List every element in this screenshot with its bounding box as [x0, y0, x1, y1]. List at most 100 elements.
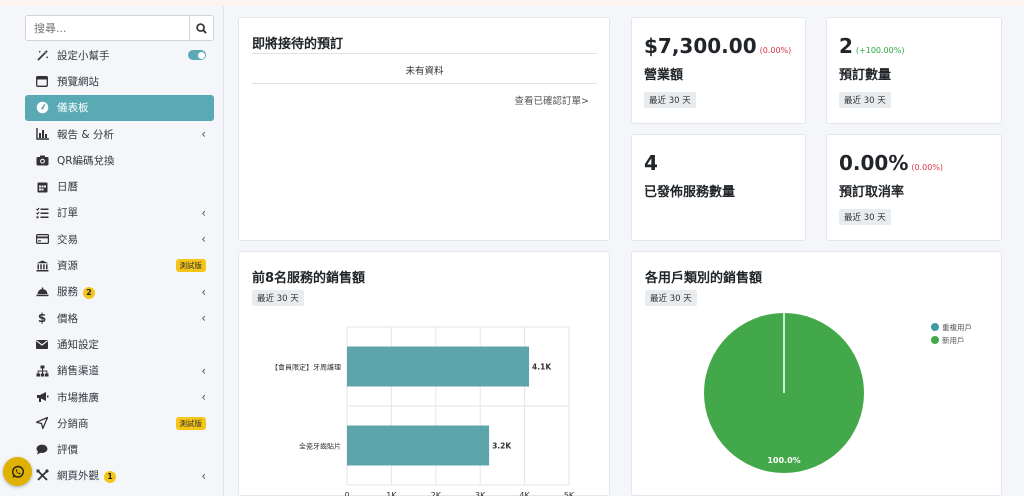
bar-data-label: 4.1K [532, 363, 552, 372]
cancellation-rate-label: 預訂取消率 [839, 185, 905, 200]
sidebar-item-transactions[interactable]: 交易 ‹ [25, 226, 214, 252]
sidebar-item-distributors[interactable]: 分銷商 測試版 [25, 410, 214, 436]
camera-icon [35, 153, 49, 167]
customer-sales-pie-chart: 100.0% 重複用戶新用戶 [704, 313, 972, 473]
sidebar-item-qr-redeem[interactable]: QR編碼兌換 [25, 147, 214, 173]
sidebar-item-dashboard[interactable]: 儀表板 [25, 94, 214, 121]
chevron-left-icon: ‹ [201, 205, 206, 220]
legend-label: 新用戶 [942, 335, 965, 345]
bookings-period-chip: 最近 30 天 [839, 92, 891, 108]
sidebar-item-resources[interactable]: 資源 測試版 [25, 252, 214, 278]
view-confirmed-orders-link[interactable]: 查看已確認訂單> [515, 93, 589, 107]
sidebar-item-label: 分銷商 [57, 417, 89, 430]
service-bell-icon [35, 285, 49, 299]
sidebar-item-preview-site[interactable]: 預覽網站 [25, 68, 214, 94]
bookings-card: 2 (+100.00%) 預訂數量 最近 30 天 [826, 17, 1002, 124]
bar [347, 346, 530, 387]
upcoming-bookings-card: 即將接待的預訂 未有資料 查看已確認訂單> [238, 17, 610, 241]
customer-sales-title: 各用戶類別的銷售額 [645, 271, 763, 286]
revenue-card: $7,300.00 (0.00%) 營業額 最近 30 天 [631, 17, 806, 124]
empty-state-text: 未有資料 [405, 66, 444, 77]
divider [252, 83, 597, 84]
sidebar-item-label: 設定小幫手 [57, 49, 110, 62]
sidebar-item-sales-channels[interactable]: 銷售渠道 ‹ [25, 358, 214, 384]
calendar-icon [35, 180, 49, 194]
published-services-value: 4 [644, 151, 658, 175]
services-count-badge: 2 [83, 286, 95, 299]
chevron-left-icon: ‹ [201, 284, 206, 299]
credit-card-icon [35, 232, 49, 246]
x-tick-label: 4K [519, 491, 530, 496]
megaphone-icon [35, 390, 49, 404]
sidebar-nav: 設定小幫手 預覽網站 儀表板 報告 & 分析 ‹ QR編碼兌換 日曆 訂單 ‹ [25, 42, 214, 489]
location-arrow-icon [35, 416, 49, 430]
sidebar-item-label: 市場推廣 [57, 391, 99, 404]
site-appearance-label: 網頁外觀 [57, 470, 99, 483]
chevron-left-icon: ‹ [201, 127, 206, 142]
sidebar-item-services[interactable]: 服務 2 ‹ [25, 279, 214, 305]
sidebar-item-pricing[interactable]: $ 價格 ‹ [25, 305, 214, 331]
pie-data-label: 100.0% [767, 456, 800, 465]
divider [252, 53, 597, 54]
bar-chart-icon [35, 127, 49, 141]
published-services-card: 4 已發佈服務數量 [631, 134, 806, 241]
x-tick-label: 5K [564, 491, 575, 496]
setup-wizard-toggle[interactable] [188, 50, 206, 61]
cancellation-rate-change: (0.00%) [911, 163, 944, 172]
revenue-label: 營業額 [644, 68, 684, 83]
sidebar-item-label: 報告 & 分析 [57, 128, 114, 141]
beta-badge: 測試版 [175, 259, 206, 273]
sidebar-item-label: QR編碼兌換 [57, 154, 115, 167]
sidebar-item-label: 儀表板 [57, 102, 89, 115]
sidebar-item-notifications[interactable]: 通知設定 [25, 331, 214, 357]
x-tick-label: 0 [344, 491, 349, 496]
x-tick-label: 3K [475, 491, 486, 496]
envelope-icon [35, 337, 49, 351]
sidebar-item-site-appearance[interactable]: 網頁外觀 1 ‹ [25, 463, 214, 489]
legend-swatch [931, 323, 939, 331]
upcoming-bookings-title: 即將接待的預訂 [252, 37, 344, 52]
cancellation-rate-value: 0.00% [839, 151, 909, 175]
services-label: 服務 [57, 286, 78, 299]
legend-swatch [931, 336, 939, 344]
bar-data-label: 3.2K [492, 442, 512, 451]
sidebar-item-reports[interactable]: 報告 & 分析 ‹ [25, 121, 214, 147]
sidebar-item-orders[interactable]: 訂單 ‹ [25, 200, 214, 226]
chevron-left-icon: ‹ [201, 232, 206, 247]
search-icon [196, 22, 207, 34]
legend-label: 重複用戶 [942, 322, 972, 332]
revenue-change: (0.00%) [759, 46, 792, 55]
search-button[interactable] [189, 16, 213, 40]
search-input[interactable] [26, 16, 189, 40]
y-category-label: 【會員限定】牙周護理 [271, 363, 341, 372]
site-appearance-count-badge: 1 [104, 470, 116, 483]
sidebar-item-label: 銷售渠道 [57, 365, 99, 378]
published-services-label: 已發佈服務數量 [644, 185, 736, 200]
sidebar-item-marketing[interactable]: 市場推廣 ‹ [25, 384, 214, 410]
dashboard-gauge-icon [35, 101, 49, 115]
customer-sales-card: 各用戶類別的銷售額 最近 30 天 100.0% 重複用戶 新用戶 [631, 251, 1002, 496]
top-services-bar-chart: 01K2K3K4K5K【會員限定】牙周護理4.1K全瓷牙齒貼片3.2K商戶網站商… [271, 326, 575, 496]
revenue-value: $7,300.00 [644, 34, 757, 58]
dollar-icon: $ [37, 311, 47, 326]
x-tick-label: 1K [386, 491, 397, 496]
tools-icon [35, 469, 49, 483]
bookings-label: 預訂數量 [839, 68, 892, 83]
y-category-label: 全瓷牙齒貼片 [299, 442, 341, 451]
top-services-card: 前8名服務的銷售額 最近 30 天 0 1K 2K 3K 4K 5K 【會員限定】牙周護理 4… [238, 251, 610, 496]
chevron-left-icon: ‹ [201, 468, 206, 483]
sidebar-item-setup-wizard[interactable]: 設定小幫手 [25, 42, 214, 68]
sidebar-item-calendar[interactable]: 日曆 [25, 173, 214, 199]
sidebar-item-label: 日曆 [57, 181, 78, 194]
sidebar-item-label: 通知設定 [57, 338, 99, 351]
comment-icon [35, 443, 49, 457]
bar [347, 425, 490, 466]
bank-icon [35, 259, 49, 273]
chevron-left-icon: ‹ [201, 311, 206, 326]
cancellation-rate-card: 0.00% (0.00%) 預訂取消率 最近 30 天 [826, 134, 1002, 241]
sidebar-item-label: 交易 [57, 233, 78, 246]
whatsapp-icon [11, 465, 24, 478]
sidebar-item-reviews[interactable]: 評價 [25, 436, 214, 462]
bookings-change: (+100.00%) [855, 46, 905, 55]
whatsapp-chat-button[interactable] [3, 457, 32, 486]
